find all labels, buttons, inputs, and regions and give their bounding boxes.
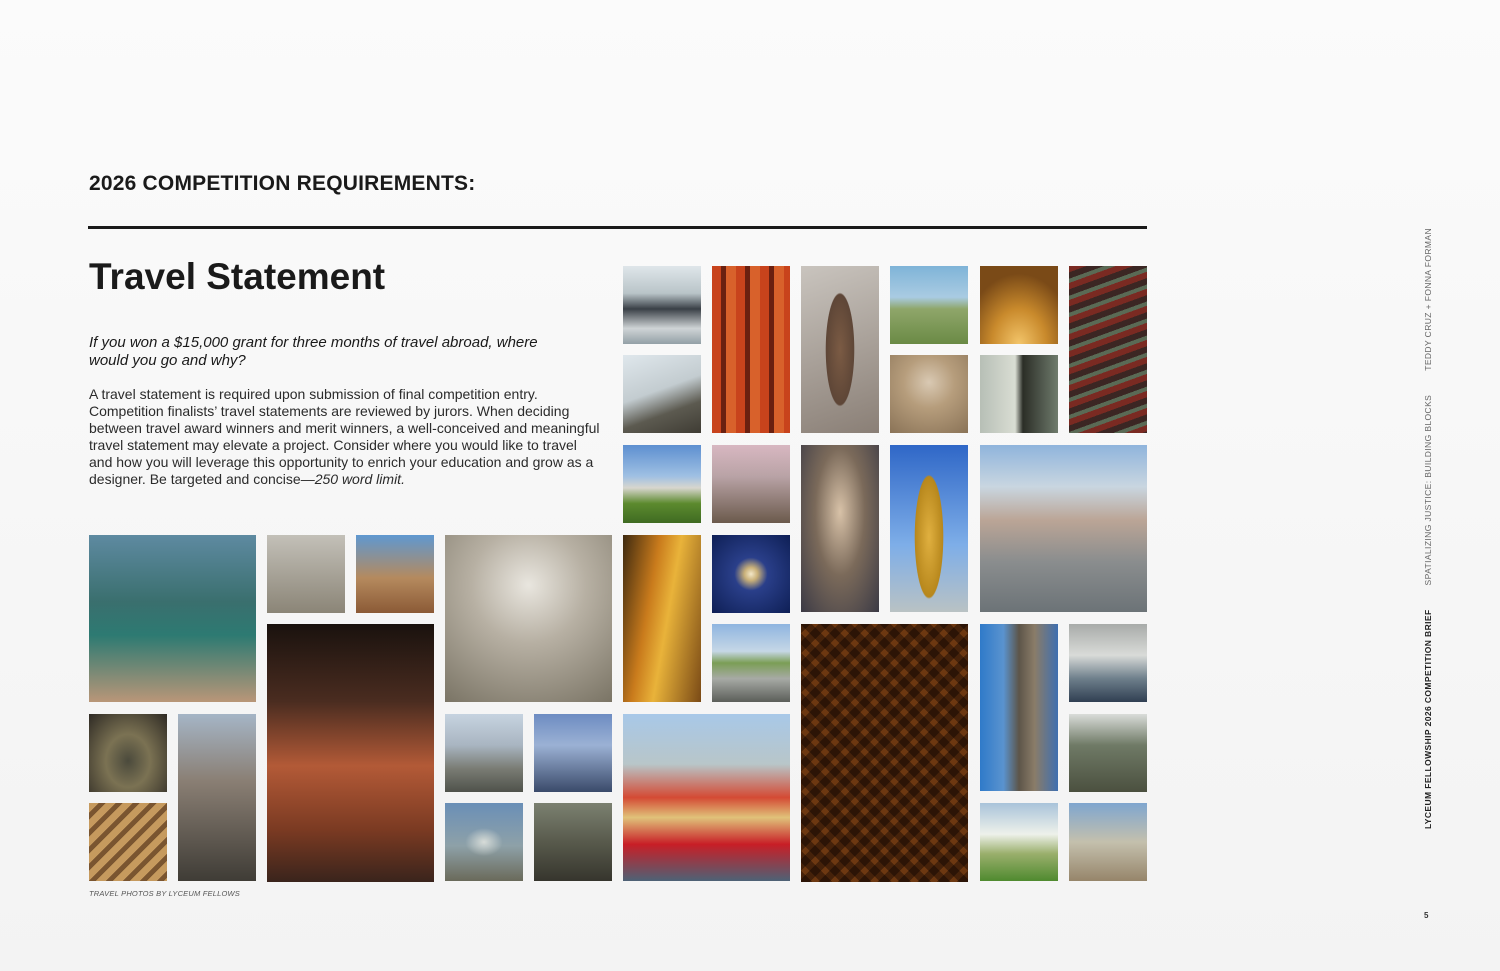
travel-photo-desert-selfie xyxy=(356,535,434,613)
travel-photo-blue-dome xyxy=(712,535,790,613)
vertical-sidebar-text: LYCEUM FELLOWSHIP 2026 COMPETITION BRIEF… xyxy=(1423,228,1433,829)
body-paragraph: A travel statement is required upon subm… xyxy=(89,386,604,488)
travel-photo-island-abbey xyxy=(445,803,523,881)
travel-photo-relief-facade xyxy=(1069,624,1147,702)
travel-photo-green-roof xyxy=(623,445,701,523)
sidebar-theme: SPATIALIZING JUSTICE: BUILDING BLOCKS xyxy=(1423,394,1433,586)
travel-photo-concrete-pavilion xyxy=(980,803,1058,881)
travel-photo-skyline-towers xyxy=(534,714,612,792)
sidebar-authors: TEDDY CRUZ + FONNA FORMAN xyxy=(1423,227,1433,371)
travel-photo-golden-stupa xyxy=(890,445,968,612)
travel-photo-golden-arcade xyxy=(980,266,1058,344)
sidebar-brief: LYCEUM FELLOWSHIP 2026 COMPETITION BRIEF xyxy=(1423,609,1433,829)
travel-photo-stone-facade xyxy=(267,535,345,613)
travel-photo-grass-field xyxy=(890,266,968,344)
prompt-question: If you won a $15,000 grant for three mon… xyxy=(89,334,538,369)
travel-photo-garden-portrait xyxy=(1069,714,1147,792)
photo-caption: TRAVEL PHOTOS BY LYCEUM FELLOWS xyxy=(89,889,240,898)
travel-photo-wooden-lattice xyxy=(89,803,167,881)
travel-photo-curved-landscape xyxy=(712,624,790,702)
travel-photo-market-hall-ceiling xyxy=(801,445,879,612)
travel-photo-stained-glass-column xyxy=(623,535,701,702)
travel-photo-tree-roots-ruins xyxy=(534,803,612,881)
travel-photo-arch-detail xyxy=(89,714,167,792)
section-divider xyxy=(88,226,1147,229)
travel-photo-amphitheater xyxy=(1069,803,1147,881)
travel-photo-vaulted-interior xyxy=(445,714,523,792)
travel-photo-mosaic-ceiling xyxy=(445,535,612,702)
page-number: 5 xyxy=(1424,911,1429,920)
page-heading: Travel Statement xyxy=(89,256,386,297)
travel-photo-street-houses xyxy=(712,445,790,523)
travel-photo-harbor-houses xyxy=(623,714,790,881)
travel-photo-tent-structure xyxy=(623,355,701,433)
travel-photo-city-overlook xyxy=(980,445,1147,612)
travel-photo-marble-pavilion xyxy=(980,355,1058,433)
travel-photo-cathedral xyxy=(178,714,256,881)
travel-photo-modern-building-waterfront xyxy=(623,266,701,344)
travel-photo-camel-selfie xyxy=(890,355,968,433)
word-limit: 250 word limit. xyxy=(314,471,405,487)
travel-photo-dancing-house xyxy=(267,624,434,882)
travel-photo-sculpted-column xyxy=(980,624,1058,791)
travel-photo-fish-sculpture xyxy=(801,266,879,433)
travel-photo-timber-vault xyxy=(801,624,968,882)
travel-photo-torii-gates xyxy=(712,266,790,433)
travel-photo-coastal-village xyxy=(89,535,256,702)
section-title: 2026 COMPETITION REQUIREMENTS: xyxy=(89,172,476,195)
travel-photo-temple-eaves xyxy=(1069,266,1147,433)
